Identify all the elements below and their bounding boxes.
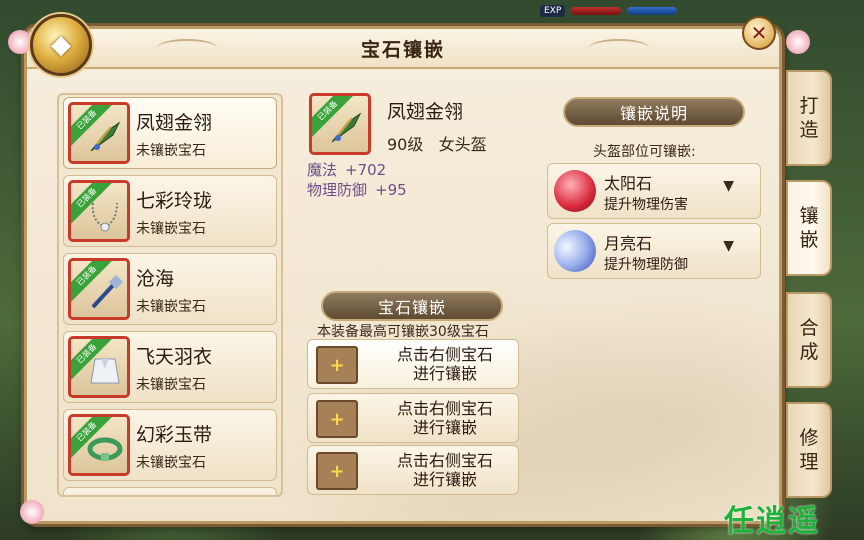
- stat-value: +95: [375, 181, 407, 199]
- helmet-feather-icon: [90, 121, 121, 152]
- equipment-name: 幻彩玉带: [136, 424, 213, 446]
- gem-desc: 提升物理防御: [604, 257, 688, 273]
- exp-label: EXP: [540, 5, 566, 17]
- dropdown-arrow-icon[interactable]: ▼: [723, 238, 734, 254]
- necklace-icon: [91, 202, 118, 232]
- selected-equipment-slot: 已装备: [309, 93, 371, 155]
- tab-inlay[interactable]: 镶嵌: [786, 180, 832, 276]
- gem-info-banner: 镶嵌说明: [563, 97, 745, 127]
- equipment-slot: 已装备: [68, 180, 130, 242]
- gem-socket-1[interactable]: + 点击右侧宝石 进行镶嵌: [307, 393, 519, 443]
- equipment-name: 飞天羽衣: [136, 346, 213, 368]
- equipment-item-2[interactable]: 已装备 沧海 未镶嵌宝石: [63, 253, 277, 325]
- add-gem-icon: +: [316, 400, 358, 438]
- moon-stone-icon: [554, 230, 596, 272]
- inlay-section-title: 宝石镶嵌: [377, 298, 446, 317]
- equipment-item-3[interactable]: 已装备 飞天羽衣 未镶嵌宝石: [63, 331, 277, 403]
- add-gem-icon: +: [316, 346, 358, 384]
- equipment-item-4[interactable]: 已装备 幻彩玉带 未镶嵌宝石: [63, 409, 277, 481]
- hp-bar: [571, 7, 622, 15]
- window-title: 宝石镶嵌: [360, 38, 445, 61]
- equipment-status: 未镶嵌宝石: [136, 221, 206, 237]
- equipment-slot: 已装备: [68, 258, 130, 320]
- equipment-list[interactable]: 已装备 凤翅金翎 未镶嵌宝石 已装备 七彩玲珑 未镶嵌宝石 已装备 沧海 未镶嵌…: [57, 93, 283, 497]
- equipment-type: 女头盔: [438, 135, 487, 154]
- sun-stone-icon: [554, 170, 596, 212]
- title-ornament-right: [589, 39, 649, 57]
- gem-socket-2[interactable]: + 点击右侧宝石 进行镶嵌: [307, 445, 519, 495]
- selected-equipment-info: 90级 女头盔: [387, 131, 487, 155]
- robe-armor-icon: [90, 358, 120, 384]
- add-gem-icon: +: [316, 452, 358, 490]
- equipment-status: 未镶嵌宝石: [136, 377, 206, 393]
- equipment-item-partial[interactable]: [63, 487, 277, 495]
- gem-info-title: 镶嵌说明: [619, 104, 688, 123]
- gem-name: 月亮石: [604, 234, 653, 253]
- inlay-section-banner: 宝石镶嵌: [321, 291, 503, 321]
- equipment-name: 凤翅金翎: [136, 112, 213, 134]
- stat-label: 魔法: [307, 161, 338, 179]
- gem-option-moon-stone[interactable]: 月亮石 提升物理防御 ▼: [547, 223, 761, 279]
- socket-hint: 点击右侧宝石 进行镶嵌: [396, 399, 493, 437]
- equipment-slot: 已装备: [68, 414, 130, 476]
- equipment-status: 未镶嵌宝石: [136, 143, 206, 159]
- equipment-item-0[interactable]: 已装备 凤翅金翎 未镶嵌宝石: [63, 97, 277, 169]
- close-button[interactable]: ✕: [742, 16, 776, 50]
- tab-repair[interactable]: 修理: [786, 402, 832, 498]
- flower-decoration-icon: [8, 30, 32, 54]
- title-bar: 宝石镶嵌: [27, 29, 779, 69]
- gem-inlay-window: 宝石镶嵌 已装备 凤翅金翎 未镶嵌宝石 已装备 七彩玲珑 未镶嵌宝石 已装备 沧…: [24, 26, 782, 524]
- stat-label: 物理防御: [307, 181, 368, 199]
- gem-name: 太阳石: [604, 174, 653, 193]
- mp-bar: [627, 7, 678, 15]
- equipment-item-1[interactable]: 已装备 七彩玲珑 未镶嵌宝石: [63, 175, 277, 247]
- gem-desc: 提升物理伤害: [604, 197, 688, 213]
- stat-row: 物理防御 +95: [307, 179, 407, 200]
- gem-option-sun-stone[interactable]: 太阳石 提升物理伤害 ▼: [547, 163, 761, 219]
- socket-hint: 点击右侧宝石 进行镶嵌: [396, 345, 493, 383]
- weapon-staff-icon: [91, 275, 123, 309]
- flower-decoration-icon: [20, 500, 44, 524]
- tab-forge[interactable]: 打造: [786, 70, 832, 166]
- tab-combine[interactable]: 合成: [786, 292, 832, 388]
- flower-decoration-icon: [786, 30, 810, 54]
- equipment-status: 未镶嵌宝石: [136, 299, 206, 315]
- stat-value: +702: [345, 161, 387, 179]
- equipment-slot: 已装备: [68, 336, 130, 398]
- helmet-feather-icon: [331, 112, 362, 143]
- stat-row: 魔法 +702: [307, 159, 386, 180]
- belt-icon: [87, 437, 123, 461]
- equipment-level: 90级: [387, 135, 424, 154]
- equipment-name: 七彩玲珑: [136, 190, 213, 212]
- gem-socket-0[interactable]: + 点击右侧宝石 进行镶嵌: [307, 339, 519, 389]
- inlay-level-hint: 本装备最高可镶嵌30级宝石: [317, 324, 489, 340]
- gem-slot-hint: 头盔部位可镶嵌:: [593, 144, 696, 160]
- socket-hint: 点击右侧宝石 进行镶嵌: [396, 451, 493, 489]
- gem-inlay-emblem-icon: ◆: [30, 14, 92, 76]
- title-ornament-left: [157, 39, 217, 57]
- selected-equipment-name: 凤翅金翎: [387, 101, 464, 123]
- equipment-status: 未镶嵌宝石: [136, 455, 206, 471]
- watermark: 任逍遥: [724, 504, 820, 539]
- equipment-slot: 已装备: [68, 102, 130, 164]
- dropdown-arrow-icon[interactable]: ▼: [723, 178, 734, 194]
- equipment-name: 沧海: [136, 268, 175, 290]
